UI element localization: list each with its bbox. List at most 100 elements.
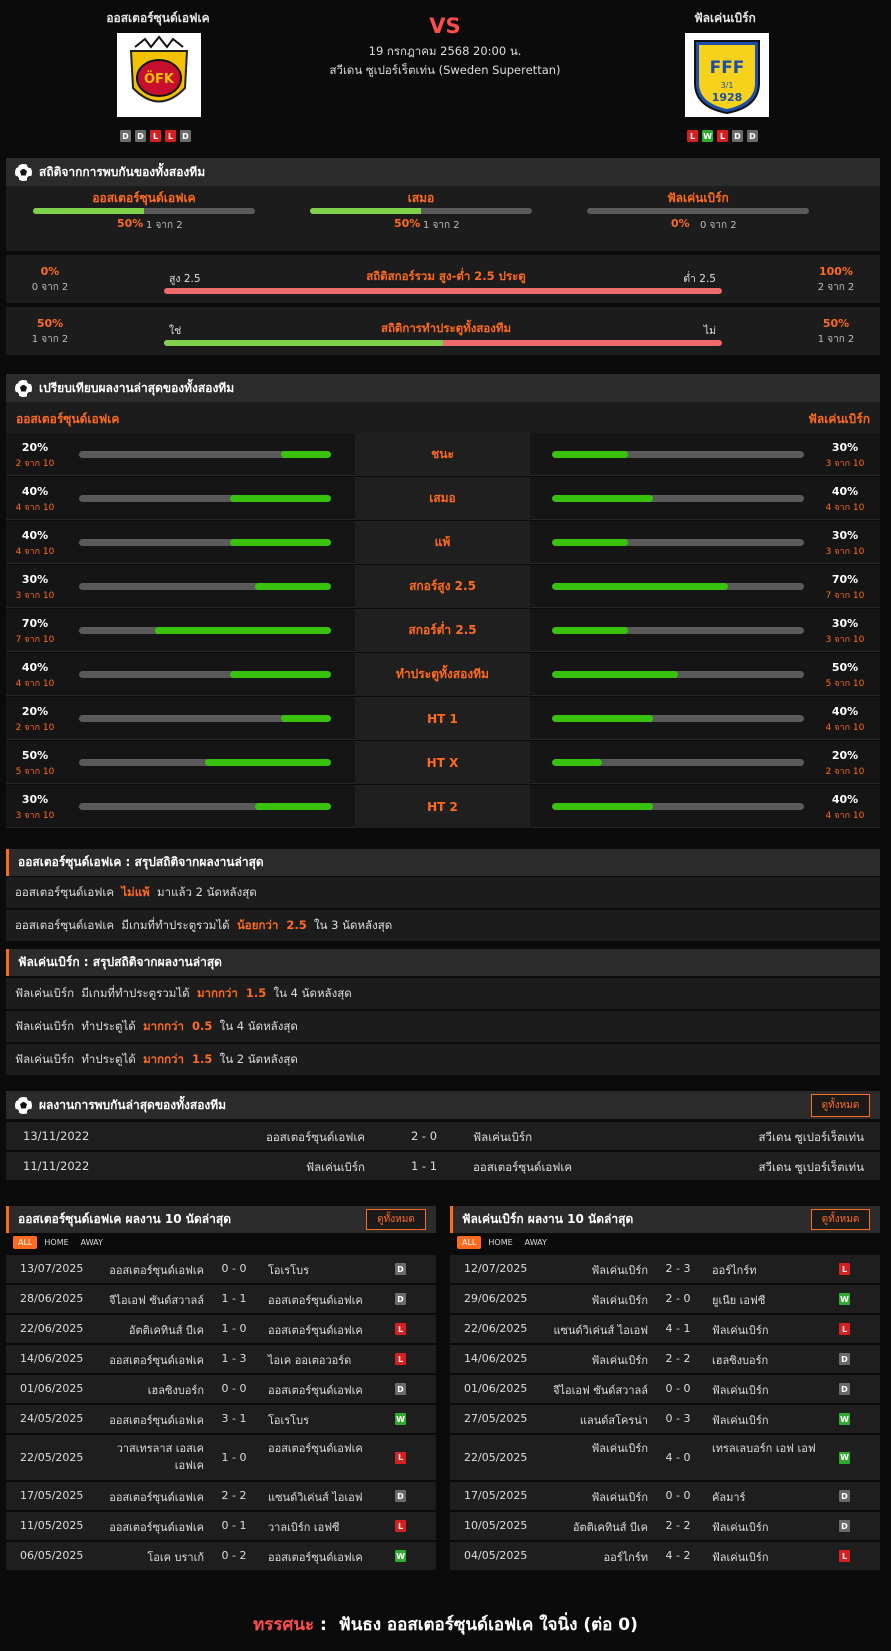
match-row[interactable]: 17/05/2025 ออสเตอร์ซุนด์เอฟเค 2 - 2 แซนด์วิ… [6,1482,436,1510]
match-row[interactable]: 01/06/2025 จีไอเอฟ ซันด์สวาลล์ 0 - 0 ฟัลเค่… [450,1375,880,1403]
h2h-stat-bar-fill [33,208,144,214]
away-team-name[interactable]: ฟัลเค่นเบิร์ก [625,9,825,28]
compare-away-bar [552,539,804,546]
compare-away-bar [552,583,804,590]
match-row[interactable]: 01/06/2025 เฮลซิงบอร์ก 0 - 0 ออสเตอร์ซุนด์เ… [6,1375,436,1403]
compare-home-sub: 3 จาก 10 [15,591,55,601]
match-result-badge: D [395,1293,406,1305]
compare-home-sub: 4 จาก 10 [15,547,55,557]
match-row[interactable]: 22/05/2025 ฟัลเค่นเบิร์ก 4 - 0 เทรลเลบอร์ก … [450,1435,880,1480]
compare-row: 50% 5 จาก 10 HT X 20% 2 จาก 10 [6,741,880,784]
h2h-stat-pct: 0% [671,217,690,230]
compare-away-bar-fill [552,451,628,458]
compare-away-bar [552,451,804,458]
h2h-home-team: ออสเตอร์ซุนด์เอฟเค [265,1130,365,1144]
compare-away-pct: 50% [831,661,859,674]
match-row[interactable]: 10/05/2025 อัตติเคทินส์ บีเค 2 - 2 ฟัลเค่นเ… [450,1512,880,1540]
match-home-team: โอเค บราเก้ [147,1551,204,1564]
match-row[interactable]: 13/07/2025 ออสเตอร์ซุนด์เอฟเค 0 - 0 โอเรโบร… [6,1255,436,1283]
match-row[interactable]: 06/05/2025 โอเค บราเก้ 0 - 2 ออสเตอร์ซุนด์เ… [6,1542,436,1570]
home-team-name[interactable]: ออสเตอร์ซุนด์เอฟเค [58,9,258,28]
compare-home-bar-fill [205,759,331,766]
football-icon [15,1096,32,1114]
home-summary-title: ออสเตอร์ซุนด์เอฟเค : สรุปสถิติจากผลงานล่… [18,855,264,869]
compare-home-pct: 40% [21,485,49,498]
compare-home-sub: 7 จาก 10 [15,635,55,645]
tab-away[interactable]: AWAY [520,1236,552,1249]
compare-away-team[interactable]: ฟัลเค่นเบิร์ก [808,410,870,429]
match-row[interactable]: 22/06/2025 แซนด์วิเค่นส์ ไอเอฟ 4 - 1 ฟัลเค่… [450,1315,880,1343]
match-date: 01/06/2025 [464,1382,528,1395]
btts-right-label: ไม่ [703,325,716,337]
match-result-badge: W [839,1413,850,1425]
h2h-stat-label[interactable]: ออสเตอร์ซุนด์เอฟเค [33,189,255,208]
match-row[interactable]: 24/05/2025 ออสเตอร์ซุนด์เอฟเค 3 - 1 โอเรโบร… [6,1405,436,1433]
summary-text: มาแล้ว 2 นัดหลังสุด [149,884,257,899]
match-date: 29/06/2025 [464,1292,528,1305]
summary-highlight: มากกว่า 0.5 [143,1018,213,1033]
form-badge: L [717,130,728,142]
match-away-team: ออสเตอร์ซุนด์เอฟเค [268,1384,363,1397]
h2h-date: 11/11/2022 [23,1159,90,1173]
match-row[interactable]: 17/05/2025 ฟัลเค่นเบิร์ก 0 - 0 คัลมาร์ D [450,1482,880,1510]
h2h-result-row[interactable]: 11/11/2022 ฟัลเค่นเบิร์ก 1 - 1 ออสเตอร์ซุนด… [6,1152,880,1180]
match-away-team: ฟัลเค่นเบิร์ก [712,1384,769,1397]
h2h-stat-label[interactable]: ฟัลเค่นเบิร์ก [587,189,809,208]
away-last10-view-all-button[interactable]: ดูทั้งหมด [811,1209,870,1230]
compare-label: เสมอ [355,477,530,520]
compare-home-bar [79,759,331,766]
match-score: 4 - 1 [665,1322,691,1335]
match-away-team: คัลมาร์ [712,1491,746,1504]
h2h-stat-pct: 50% [117,217,144,230]
form-badge: D [180,130,191,142]
summary-text: ฟัลเค่นเบิร์ก ทำประตูได้ [15,1051,144,1066]
home-last10-view-all-button[interactable]: ดูทั้งหมด [366,1209,426,1230]
compare-row: 30% 3 จาก 10 HT 2 40% 4 จาก 10 [6,785,880,828]
match-score: 2 - 2 [221,1489,247,1502]
compare-away-sub: 4 จาก 10 [825,811,865,821]
match-row[interactable]: 04/05/2025 ออร์ไกร์ท 4 - 2 ฟัลเค่นเบิร์ก L [450,1542,880,1570]
match-row[interactable]: 22/05/2025 วาสเทรลาส เอสเค เอฟเค 1 - 0 ออสเ… [6,1435,436,1480]
compare-home-bar-fill [230,495,331,502]
match-date: 11/05/2025 [20,1519,84,1532]
tab-all[interactable]: ALL [13,1236,38,1249]
h2h-stat-label[interactable]: เสมอ [310,189,532,208]
compare-away-bar-fill [552,759,603,766]
tab-home[interactable]: HOME [39,1236,73,1249]
match-home-team: ออสเตอร์ซุนด์เอฟเค [109,1491,204,1504]
btts-right-sub: 1 จาก 2 [817,334,855,345]
compare-row: 70% 7 จาก 10 สกอร์ต่ำ 2.5 30% 3 จาก 10 [6,609,880,652]
match-away-team: เฮลซิงบอร์ก [712,1354,769,1367]
h2h-result-row[interactable]: 13/11/2022 ออสเตอร์ซุนด์เอฟเค 2 - 0 ฟัลเค่น… [6,1122,880,1150]
tab-away[interactable]: AWAY [76,1236,108,1249]
match-row[interactable]: 29/06/2025 ฟัลเค่นเบิร์ก 2 - 0 ยูเนีย เอฟซี… [450,1285,880,1313]
compare-home-bar [79,451,331,458]
verdict-separator: : [314,1615,339,1635]
summary-text: ใน 4 นัดหลังสุด [266,985,352,1000]
h2h-view-all-button[interactable]: ดูทั้งหมด [811,1094,870,1117]
match-row[interactable]: 27/05/2025 แลนด์สโครน่า 0 - 3 ฟัลเค่นเบิร์ก… [450,1405,880,1433]
tab-home[interactable]: HOME [483,1236,517,1249]
ou-right-label: ต่ำ 2.5 [683,273,716,285]
match-score: 4 - 2 [665,1549,691,1562]
compare-home-team[interactable]: ออสเตอร์ซุนด์เอฟเค [16,410,119,429]
match-home-team: จีไอเอฟ ซันด์สวาลล์ [553,1384,648,1397]
match-row[interactable]: 14/06/2025 ออสเตอร์ซุนด์เอฟเค 1 - 3 ไอเค ออ… [6,1345,436,1373]
match-away-team: แซนด์วิเค่นส์ ไอเอฟ [268,1491,363,1504]
away-logo-year: 1928 [712,91,743,104]
compare-home-bar [79,671,331,678]
match-home-team: ฟัลเค่นเบิร์ก [591,1354,648,1367]
match-result-badge: W [395,1413,406,1425]
match-row[interactable]: 11/05/2025 ออสเตอร์ซุนด์เอฟเค 0 - 1 วาลเบิร… [6,1512,436,1540]
compare-row: 30% 3 จาก 10 สกอร์สูง 2.5 70% 7 จาก 10 [6,565,880,608]
match-row[interactable]: 12/07/2025 ฟัลเค่นเบิร์ก 2 - 3 ออร์ไกร์ท L [450,1255,880,1283]
match-row[interactable]: 14/06/2025 ฟัลเค่นเบิร์ก 2 - 2 เฮลซิงบอร์ก D [450,1345,880,1373]
compare-away-bar-fill [552,803,653,810]
form-badge: D [747,130,758,142]
tab-all[interactable]: ALL [457,1236,482,1249]
match-row[interactable]: 22/06/2025 อัตติเคทินส์ บีเค 1 - 0 ออสเตอร์… [6,1315,436,1343]
ou-left-label: สูง 2.5 [169,273,201,285]
league-name[interactable]: สวีเดน ซูเปอร์เร็ตเท่น (Sweden Superetta… [245,62,645,80]
compare-away-sub: 4 จาก 10 [825,503,865,513]
match-row[interactable]: 28/06/2025 จีไอเอฟ ซันด์สวาลล์ 1 - 1 ออสเตอ… [6,1285,436,1313]
